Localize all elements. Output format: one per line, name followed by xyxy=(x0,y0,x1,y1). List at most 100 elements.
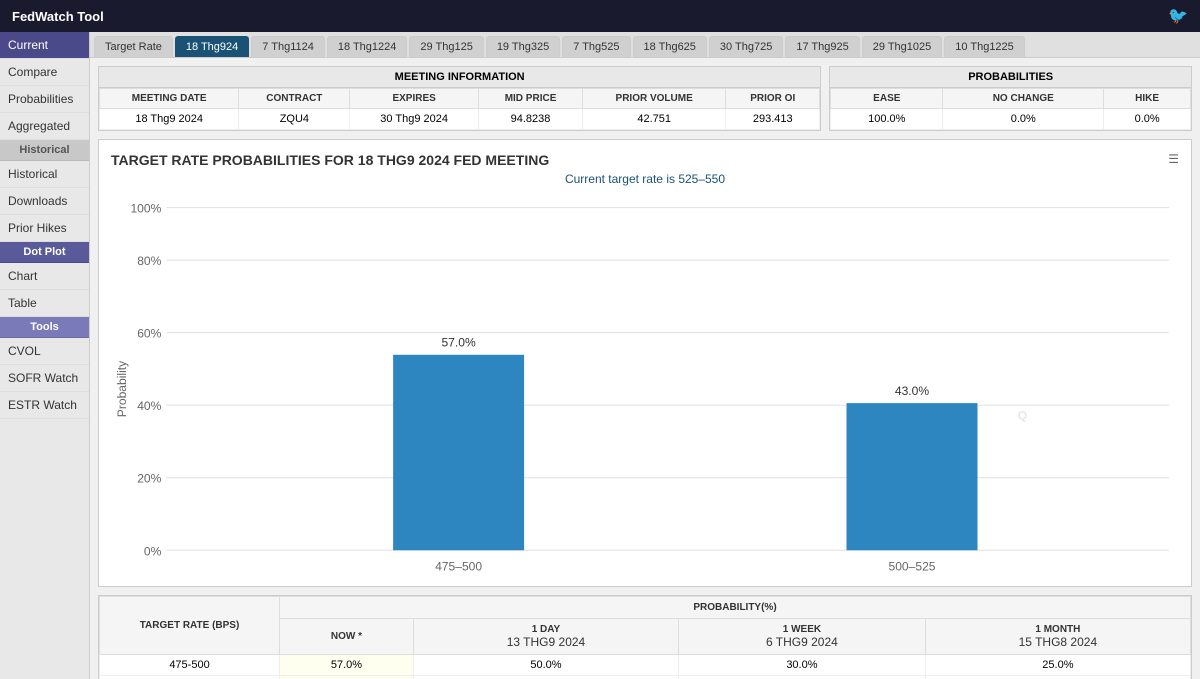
col-ease: EASE xyxy=(831,89,943,109)
sidebar-item-aggregated[interactable]: Aggregated xyxy=(0,113,89,140)
col-target-rate-bps: TARGET RATE (BPS) xyxy=(100,597,280,655)
meeting-info-row: 18 Thg9 2024 ZQU4 30 Thg9 2024 94.8238 4… xyxy=(100,109,820,130)
sidebar: Current Compare Probabilities Aggregated… xyxy=(0,32,90,679)
x-label-500-525: 500–525 xyxy=(888,559,935,573)
bar-label-43: 43.0% xyxy=(895,384,930,398)
probabilities-table: EASE NO CHANGE HIKE 100.0% 0.0% 0.0% xyxy=(830,88,1191,130)
meeting-info-table: MEETING DATE CONTRACT EXPIRES MID PRICE … xyxy=(99,88,820,130)
cell-day1-2: 50.0% xyxy=(413,676,678,679)
probabilities-box: PROBABILITIES EASE NO CHANGE HIKE 100.0% xyxy=(829,66,1192,131)
chart-subtitle: Current target rate is 525–550 xyxy=(111,172,1179,186)
col-no-change: NO CHANGE xyxy=(943,89,1104,109)
cell-month1-2: 75.0% xyxy=(925,676,1190,679)
col-expires: EXPIRES xyxy=(350,89,479,109)
cell-week1-2: 70.0% xyxy=(679,676,926,679)
svg-text:Probability: Probability xyxy=(115,360,129,417)
svg-text:20%: 20% xyxy=(137,472,161,486)
cell-week1-1: 30.0% xyxy=(679,655,926,676)
main-content: Target Rate 18 Thg924 7 Thg1124 18 Thg12… xyxy=(90,32,1200,679)
chart-svg: 0% 20% 40% 60% 80% 100% xyxy=(111,194,1179,574)
chart-title: TARGET RATE PROBABILITIES FOR 18 THG9 20… xyxy=(111,152,549,168)
bottom-table: TARGET RATE (BPS) PROBABILITY(%) NOW * 1… xyxy=(99,596,1191,679)
sidebar-item-sofr-watch[interactable]: SOFR Watch xyxy=(0,365,89,392)
tab-10thg1225[interactable]: 10 Thg1225 xyxy=(944,36,1025,57)
sidebar-item-downloads[interactable]: Downloads xyxy=(0,188,89,215)
cell-now-1: 57.0% xyxy=(280,655,414,676)
col-prior-volume: PRIOR VOLUME xyxy=(583,89,726,109)
cell-meeting-date: 18 Thg9 2024 xyxy=(100,109,239,130)
chart-area: 0% 20% 40% 60% 80% 100% xyxy=(111,194,1179,574)
bar-500-525 xyxy=(847,403,978,550)
sidebar-item-estr-watch[interactable]: ESTR Watch xyxy=(0,392,89,419)
col-hike: HIKE xyxy=(1104,89,1191,109)
cell-hike: 0.0% xyxy=(1104,109,1191,130)
sidebar-item-chart[interactable]: Chart xyxy=(0,263,89,290)
tab-17thg925[interactable]: 17 Thg925 xyxy=(785,36,859,57)
cell-contract: ZQU4 xyxy=(239,109,350,130)
table-row: 475-500 57.0% 50.0% 30.0% 25.0% xyxy=(100,655,1191,676)
sidebar-item-table[interactable]: Table xyxy=(0,290,89,317)
tab-18thg1224[interactable]: 18 Thg1224 xyxy=(327,36,408,57)
tab-target-rate[interactable]: Target Rate xyxy=(94,36,173,57)
bar-475-500 xyxy=(393,355,524,550)
content-area: MEETING INFORMATION MEETING DATE CONTRAC… xyxy=(90,58,1200,679)
tab-bar: Target Rate 18 Thg924 7 Thg1124 18 Thg12… xyxy=(90,32,1200,58)
subh-1month: 1 MONTH15 THG8 2024 xyxy=(925,619,1190,655)
sidebar-tools-header: Tools xyxy=(0,317,89,338)
tab-18thg625[interactable]: 18 Thg625 xyxy=(633,36,707,57)
sidebar-item-prior-hikes[interactable]: Prior Hikes xyxy=(0,215,89,242)
meeting-info-header: MEETING INFORMATION xyxy=(99,67,820,88)
bottom-table-box: TARGET RATE (BPS) PROBABILITY(%) NOW * 1… xyxy=(98,595,1192,679)
app-title: FedWatch Tool xyxy=(12,9,104,24)
table-row: 500-525 43.0% 50.0% 70.0% 75.0% xyxy=(100,676,1191,679)
tab-7thg525[interactable]: 7 Thg525 xyxy=(562,36,630,57)
cell-no-change: 0.0% xyxy=(943,109,1104,130)
sidebar-item-compare[interactable]: Compare xyxy=(0,59,89,86)
tab-19thg325[interactable]: 19 Thg325 xyxy=(486,36,560,57)
cell-expires: 30 Thg9 2024 xyxy=(350,109,479,130)
chart-menu-icon[interactable]: ☰ xyxy=(1168,152,1179,166)
col-meeting-date: MEETING DATE xyxy=(100,89,239,109)
cell-day1-1: 50.0% xyxy=(413,655,678,676)
svg-text:0%: 0% xyxy=(144,544,162,558)
tab-29thg125[interactable]: 29 Thg125 xyxy=(409,36,483,57)
cell-prior-volume: 42.751 xyxy=(583,109,726,130)
subh-now: NOW * xyxy=(280,619,414,655)
cell-rate-1: 475-500 xyxy=(100,655,280,676)
sidebar-dot-plot[interactable]: Dot Plot xyxy=(0,242,89,263)
svg-text:80%: 80% xyxy=(137,254,161,268)
meeting-info-box: MEETING INFORMATION MEETING DATE CONTRAC… xyxy=(98,66,821,131)
x-label-475-500: 475–500 xyxy=(435,559,482,573)
sidebar-item-current[interactable]: Current xyxy=(0,32,89,59)
chart-box: TARGET RATE PROBABILITIES FOR 18 THG9 20… xyxy=(98,139,1192,587)
sidebar-item-probabilities[interactable]: Probabilities xyxy=(0,86,89,113)
tab-7thg1124[interactable]: 7 Thg1124 xyxy=(251,36,325,57)
tab-30thg725[interactable]: 30 Thg725 xyxy=(709,36,783,57)
subh-1day: 1 DAY13 THG9 2024 xyxy=(413,619,678,655)
col-mid-price: MID PRICE xyxy=(478,89,582,109)
svg-text:100%: 100% xyxy=(130,202,161,216)
svg-text:60%: 60% xyxy=(137,327,161,341)
app-header: FedWatch Tool 🐦 xyxy=(0,0,1200,32)
prob-header: PROBABILITY(%) xyxy=(280,597,1191,619)
tab-29thg1025[interactable]: 29 Thg1025 xyxy=(862,36,943,57)
cell-month1-1: 25.0% xyxy=(925,655,1190,676)
tab-18thg924[interactable]: 18 Thg924 xyxy=(175,36,249,57)
twitter-icon[interactable]: 🐦 xyxy=(1168,6,1188,26)
info-prob-row: MEETING INFORMATION MEETING DATE CONTRAC… xyxy=(98,66,1192,131)
cell-now-2: 43.0% xyxy=(280,676,414,679)
sidebar-item-cvol[interactable]: CVOL xyxy=(0,338,89,365)
probabilities-row: 100.0% 0.0% 0.0% xyxy=(831,109,1191,130)
svg-text:40%: 40% xyxy=(137,399,161,413)
cell-prior-oi: 293.413 xyxy=(726,109,820,130)
subh-1week: 1 WEEK6 THG9 2024 xyxy=(679,619,926,655)
cell-ease: 100.0% xyxy=(831,109,943,130)
sidebar-item-historical[interactable]: Historical xyxy=(0,161,89,188)
col-contract: CONTRACT xyxy=(239,89,350,109)
bar-label-57: 57.0% xyxy=(441,336,476,350)
cell-rate-2: 500-525 xyxy=(100,676,280,679)
sidebar-historical-header: Historical xyxy=(0,140,89,161)
cell-mid-price: 94.8238 xyxy=(478,109,582,130)
col-prior-oi: PRIOR OI xyxy=(726,89,820,109)
watermark: Q xyxy=(1018,408,1027,422)
